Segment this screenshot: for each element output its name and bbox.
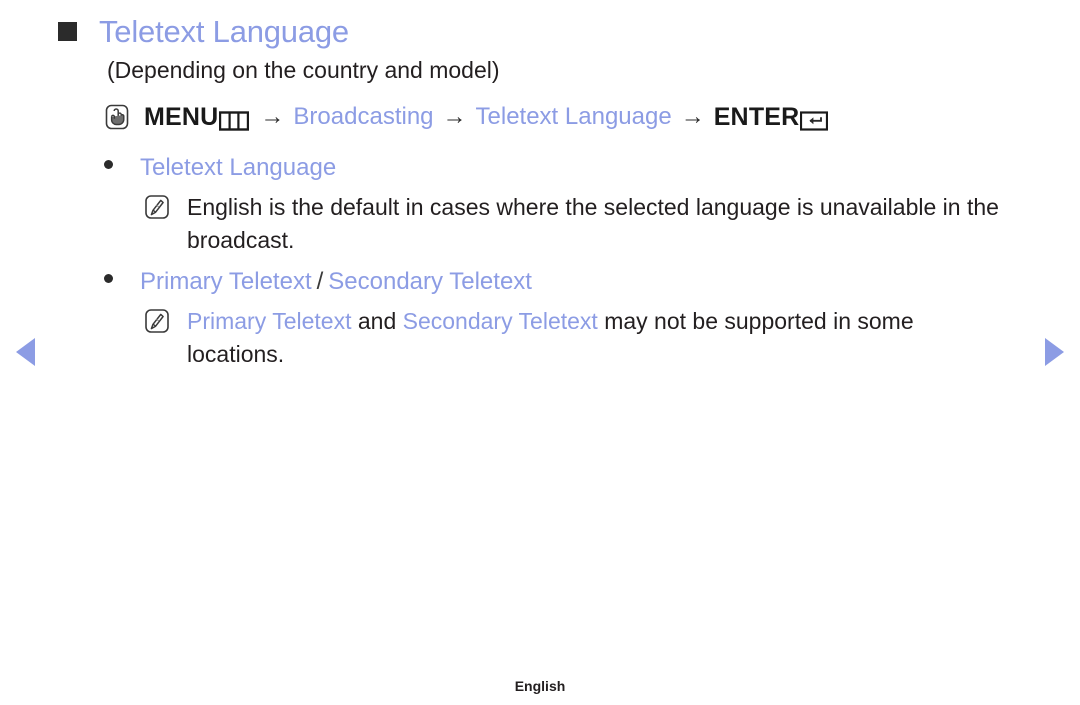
dot-bullet-icon (104, 160, 113, 169)
square-bullet-icon (58, 22, 77, 41)
page-subtitle: (Depending on the country and model) (107, 57, 500, 83)
option-block-primary-secondary-teletext: Primary Teletext / Secondary Teletext Pr… (104, 266, 1017, 371)
option-name-separator: / (316, 268, 324, 295)
emanual-page: Teletext Language (Depending on the coun… (0, 0, 1080, 705)
note-highlight-primary: Primary Teletext (187, 308, 352, 334)
option-heading: Teletext Language (104, 152, 1017, 184)
note-row: English is the default in cases where th… (144, 191, 1017, 257)
path-separator-2: → (442, 103, 467, 130)
menu-label: MENU (144, 103, 219, 131)
option-name-primary-teletext: Primary Teletext (140, 268, 312, 295)
note-highlight-secondary: Secondary Teletext (402, 308, 598, 334)
path-step-teletext-language[interactable]: Teletext Language (476, 101, 672, 133)
option-heading: Primary Teletext / Secondary Teletext (104, 266, 1017, 298)
note-plain-and: and (351, 308, 403, 334)
note-text: English is the default in cases where th… (187, 194, 999, 253)
enter-label: ENTER (713, 103, 800, 131)
page-title: Teletext Language (99, 14, 349, 49)
hand-press-icon (104, 104, 130, 130)
footer-language-label: English (514, 678, 566, 694)
note-text: Primary Teletext and Secondary Teletext … (187, 305, 1017, 371)
path-step-broadcasting[interactable]: Broadcasting (293, 101, 433, 133)
menu-path: MENU → Broadcasting → Teletext Language … (104, 101, 829, 133)
option-name-secondary-teletext: Secondary Teletext (328, 268, 532, 295)
previous-page-arrow-icon[interactable] (16, 338, 35, 366)
note-row: Primary Teletext and Secondary Teletext … (144, 305, 1017, 371)
next-page-arrow-icon[interactable] (1045, 338, 1064, 366)
page-title-row: Teletext Language (58, 12, 349, 52)
enter-key-icon (800, 108, 829, 131)
option-block-teletext-language: Teletext Language English is the default… (104, 152, 1017, 257)
path-separator-3: → (680, 103, 705, 130)
option-name-teletext-language: Teletext Language (140, 154, 337, 181)
path-separator-1: → (260, 103, 285, 130)
note-pencil-icon (144, 194, 170, 220)
dot-bullet-icon (104, 274, 113, 283)
note-pencil-icon (144, 308, 170, 334)
menu-key-icon (219, 108, 250, 131)
